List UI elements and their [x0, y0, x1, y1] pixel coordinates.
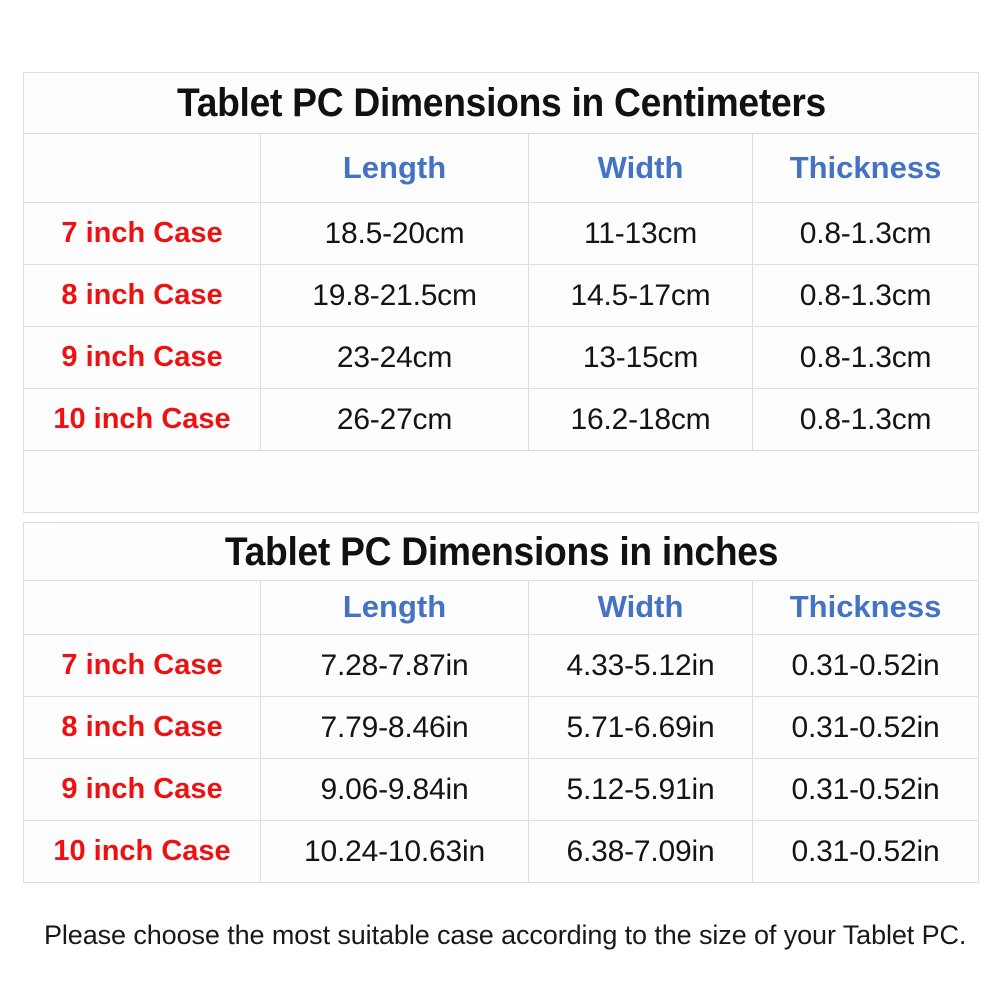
cell-length: 23-24cm — [260, 326, 529, 389]
column-header-width: Width — [528, 580, 753, 635]
column-header-blank — [23, 133, 261, 203]
table-row: 10 inch Case 10.24-10.63in 6.38-7.09in 0… — [23, 820, 980, 883]
row-label-case: 9 inch Case — [23, 326, 261, 389]
cell-width: 5.12-5.91in — [528, 758, 753, 821]
cell-length: 26-27cm — [260, 388, 529, 451]
table-row: 9 inch Case 9.06-9.84in 5.12-5.91in 0.31… — [23, 758, 980, 821]
footer-caption: Please choose the most suitable case acc… — [44, 920, 967, 950]
cell-length: 10.24-10.63in — [260, 820, 529, 883]
cell-thickness: 0.8-1.3cm — [752, 326, 979, 389]
cell-width: 6.38-7.09in — [528, 820, 753, 883]
table-title-row: Tablet PC Dimensions in Centimeters — [24, 72, 979, 134]
cell-length: 18.5-20cm — [260, 202, 529, 265]
dimensions-page: Tablet PC Dimensions in Centimeters Leng… — [0, 0, 1000, 1000]
cell-length: 7.79-8.46in — [260, 696, 529, 759]
dimensions-table-centimeters: Tablet PC Dimensions in Centimeters Leng… — [23, 72, 979, 513]
column-header-length: Length — [260, 580, 529, 635]
row-label-case: 10 inch Case — [23, 820, 261, 883]
column-header-thickness: Thickness — [751, 580, 980, 635]
column-header-length: Length — [260, 133, 529, 203]
row-label-case: 8 inch Case — [23, 264, 261, 327]
cell-width: 16.2-18cm — [528, 388, 753, 451]
cell-length: 19.8-21.5cm — [260, 264, 529, 327]
dimensions-table-inches: Tablet PC Dimensions in inches Length Wi… — [23, 522, 980, 883]
table-header-row: Length Width Thickness — [23, 133, 979, 203]
table-row: 9 inch Case 23-24cm 13-15cm 0.8-1.3cm — [23, 326, 979, 389]
table-spacer-row — [23, 450, 979, 513]
table-row: 8 inch Case 7.79-8.46in 5.71-6.69in 0.31… — [23, 696, 980, 759]
spacer-cell — [23, 450, 979, 513]
column-header-blank — [23, 580, 261, 635]
table-row: 8 inch Case 19.8-21.5cm 14.5-17cm 0.8-1.… — [23, 264, 979, 327]
cell-length: 9.06-9.84in — [260, 758, 529, 821]
table-title: Tablet PC Dimensions in Centimeters — [56, 72, 946, 134]
cell-thickness: 0.8-1.3cm — [752, 264, 979, 327]
cell-thickness: 0.31-0.52in — [751, 820, 980, 883]
cell-thickness: 0.31-0.52in — [751, 696, 980, 759]
cell-thickness: 0.31-0.52in — [751, 634, 980, 697]
table-row: 10 inch Case 26-27cm 16.2-18cm 0.8-1.3cm — [23, 388, 979, 451]
row-label-case: 7 inch Case — [23, 634, 261, 697]
table-title: Tablet PC Dimensions in inches — [56, 522, 946, 581]
cell-thickness: 0.31-0.52in — [751, 758, 980, 821]
cell-width: 11-13cm — [528, 202, 753, 265]
table-row: 7 inch Case 7.28-7.87in 4.33-5.12in 0.31… — [23, 634, 980, 697]
table-header-row: Length Width Thickness — [23, 580, 980, 635]
cell-length: 7.28-7.87in — [260, 634, 529, 697]
cell-width: 5.71-6.69in — [528, 696, 753, 759]
cell-width: 14.5-17cm — [528, 264, 753, 327]
cell-thickness: 0.8-1.3cm — [752, 202, 979, 265]
cell-thickness: 0.8-1.3cm — [752, 388, 979, 451]
row-label-case: 9 inch Case — [23, 758, 261, 821]
row-label-case: 8 inch Case — [23, 696, 261, 759]
row-label-case: 7 inch Case — [23, 202, 261, 265]
table-title-row: Tablet PC Dimensions in inches — [24, 522, 979, 581]
column-header-width: Width — [528, 133, 753, 203]
row-label-case: 10 inch Case — [23, 388, 261, 451]
cell-width: 4.33-5.12in — [528, 634, 753, 697]
column-header-thickness: Thickness — [752, 133, 979, 203]
cell-width: 13-15cm — [528, 326, 753, 389]
table-row: 7 inch Case 18.5-20cm 11-13cm 0.8-1.3cm — [23, 202, 979, 265]
